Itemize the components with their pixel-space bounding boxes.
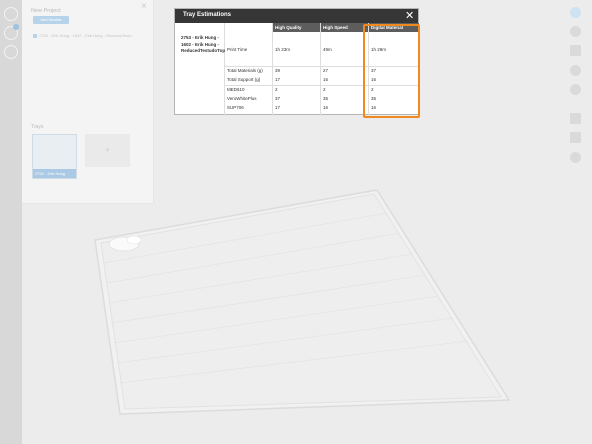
row-label-verowhiteplus: VeroWhitePlus <box>227 96 257 101</box>
close-icon[interactable]: × <box>141 2 147 12</box>
settings-icon[interactable] <box>570 45 581 56</box>
material-icon[interactable] <box>570 65 581 76</box>
row-label-total-support: Total Support (g) <box>227 77 261 82</box>
user-icon[interactable] <box>570 7 581 18</box>
add-icon[interactable] <box>4 7 18 21</box>
printer-icon[interactable] <box>570 84 581 95</box>
model-list-item[interactable]: 2753 - Erik Hung - 1602 - Erik Hung - Re… <box>33 33 132 38</box>
dialog-title: Tray Estimations <box>183 12 232 18</box>
table-cell: 49m <box>323 47 332 52</box>
table-cell: 2 <box>275 87 278 92</box>
table-cell: 39 <box>275 68 281 73</box>
tray-name: 2753 - Erik Hung - 1602 - Erik Hung - Re… <box>181 35 226 54</box>
arrange-icon[interactable] <box>570 113 581 124</box>
table-cell: 1h 23m <box>275 47 291 52</box>
row-label-total-materials: Total Materials (g) <box>227 68 263 73</box>
project-panel: New Project × Add Models 2753 - Erik Hun… <box>22 0 154 204</box>
scale-icon[interactable] <box>570 132 581 143</box>
add-models-button[interactable]: Add Models <box>33 16 69 24</box>
model-file-name: 2753 - Erik Hung - 1602 - Erik Hung - Re… <box>39 33 132 38</box>
table-cell: 16 <box>323 77 329 82</box>
table-cell: 17 <box>275 77 281 82</box>
table-corner <box>175 23 224 32</box>
table-cell: 2 <box>323 87 326 92</box>
table-cell: 27 <box>323 68 329 73</box>
dialog-header: Tray Estimations ✕ <box>175 9 418 23</box>
notification-badge <box>13 24 19 30</box>
row-label-print-time: Print Time <box>227 47 248 52</box>
close-icon[interactable]: ✕ <box>405 10 414 22</box>
tray-thumbnail-label: 2753 - Erik Hung <box>33 169 76 178</box>
trays-heading: Trays <box>31 124 44 130</box>
add-model-icon[interactable] <box>570 26 581 37</box>
column-header-high-speed: High Speed <box>320 23 368 32</box>
estimate-icon[interactable] <box>570 152 581 163</box>
table-cell: 17 <box>275 105 281 110</box>
checkbox-icon[interactable] <box>33 33 37 38</box>
column-divider <box>320 23 321 116</box>
history-icon[interactable] <box>4 45 18 59</box>
project-title: New Project <box>31 8 61 14</box>
row-label-sup706: SUP706 <box>227 105 244 110</box>
tray-thumbnail[interactable]: 2753 - Erik Hung <box>32 134 77 179</box>
highlight-box-digital-material <box>363 24 420 118</box>
column-header-high-quality: High Quality <box>272 23 320 32</box>
add-tray-button[interactable]: + <box>85 134 130 167</box>
row-label-med610: MED610 <box>227 87 245 92</box>
table-cell: 35 <box>323 96 329 101</box>
table-label-header <box>224 23 272 32</box>
table-cell: 37 <box>275 96 281 101</box>
left-rail <box>0 0 22 444</box>
table-cell: 16 <box>323 105 329 110</box>
column-divider <box>272 23 273 116</box>
